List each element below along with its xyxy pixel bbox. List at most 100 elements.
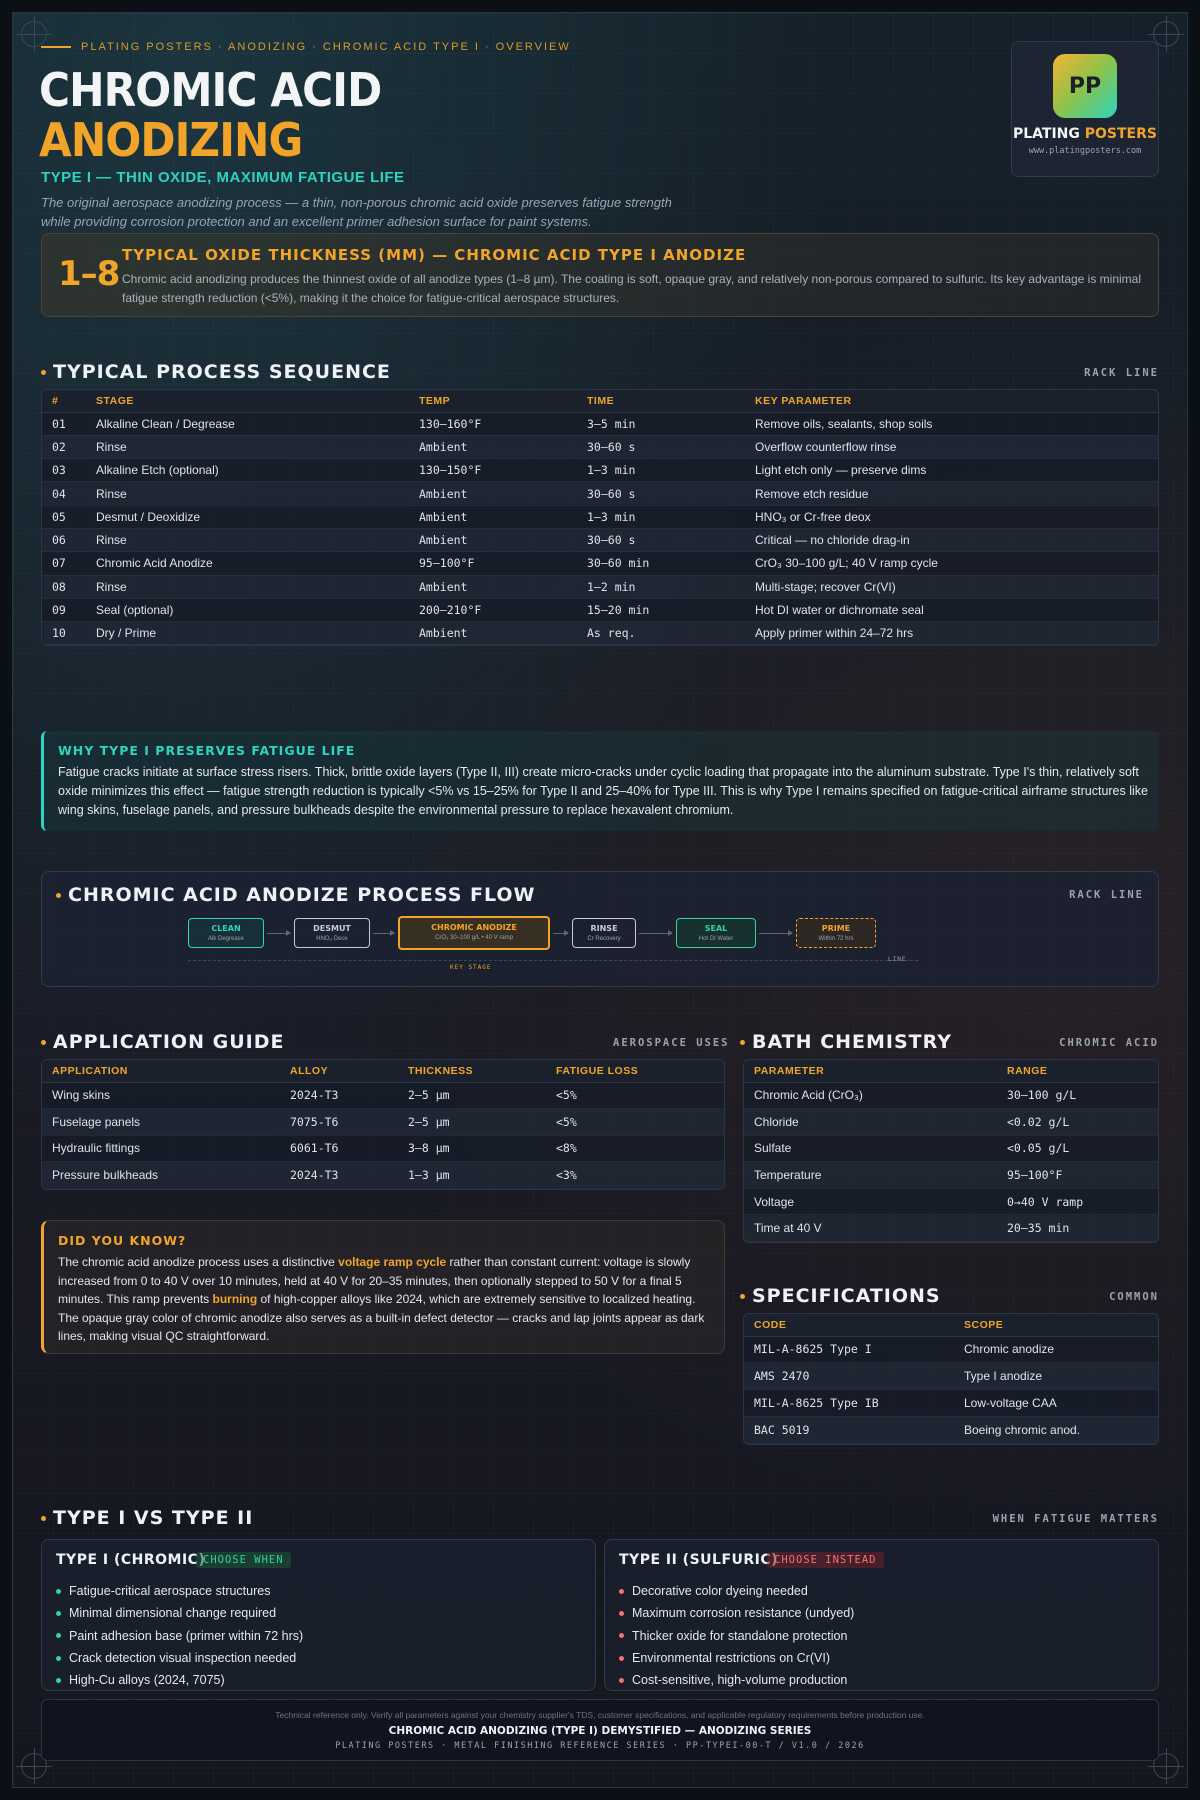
table-cell: 30–60 s [577,528,745,553]
footer-disclaimer: Technical reference only. Verify all par… [275,1710,925,1720]
table-cell: 95–100°F [997,1161,1158,1189]
table-cell: 05 [42,505,86,529]
flow-arrow-icon [553,930,569,936]
table-cell: Hydraulic fittings [42,1135,280,1162]
table-cell: <3% [546,1161,724,1189]
table-cell: CrO₃ 30–100 g/L; 40 V ramp cycle [745,551,1158,576]
why-heading: WHY TYPE I PRESERVES FATIGUE LIFE [58,743,356,758]
table-cell: 06 [42,528,86,553]
column-header: APPLICATION [42,1060,280,1083]
bullet-icon [41,369,46,375]
flow-step-chromic-anodize: CHROMIC ANODIZE CrO₃ 30–100 g/L • 40 V ra… [398,916,550,950]
flow-step-label: RINSE [590,924,618,933]
section-title-text: BATH CHEMISTRY [752,1031,952,1053]
table-cell: 08 [42,575,86,599]
page-lede: The original aerospace anodizing process… [41,193,741,231]
table-row: Pressure bulkheads 2024-T3 1–3 µm <3% [42,1161,724,1189]
thickness-description: Chromic acid anodizing produces the thin… [122,272,1142,305]
table-row: 10 Dry / Prime Ambient As req. Apply primer … [42,621,1158,646]
flow-step-label: SEAL [704,924,728,933]
list-item: Thicker oxide for standalone protection [619,1625,854,1647]
breadcrumb-dash [41,46,71,48]
table-cell: Seal (optional) [86,598,409,623]
flow-step-sub: Alk Degrease [207,936,245,942]
process-flow-card: CHROMIC ACID ANODIZE PROCESS FLOW RACK L… [41,871,1159,987]
type2-list: Decorative color dyeing needed Maximum co… [619,1580,854,1691]
bullet-icon [56,1633,61,1639]
table-cell: <0.02 g/L [997,1108,1158,1136]
list-item-text: Fatigue-critical aerospace structures [69,1584,271,1599]
bullet-icon [740,1039,745,1045]
list-item-text: High-Cu alloys (2024, 7075) [69,1673,225,1688]
list-item: Maximum corrosion resistance (undyed) [619,1602,854,1624]
logo-name-a: PLATING [1012,126,1080,142]
table-cell: MIL-A-8625 Type I [744,1336,954,1364]
table-cell: 09 [42,598,86,623]
table-cell: Light etch only — preserve dims [745,458,1158,483]
table-cell: Low-voltage CAA [954,1389,1158,1417]
table-cell: 6061-T6 [280,1135,398,1162]
breadcrumb-text: PLATING POSTERS · ANODIZING · CHROMIC AC… [81,41,571,53]
table-cell: 2–5 µm [398,1108,546,1136]
section-tag-flow: RACK LINE [1069,889,1144,901]
bullet-icon [619,1633,624,1639]
section-title-text: CHROMIC ACID ANODIZE PROCESS FLOW [68,884,536,906]
footer-series: CHROMIC ACID ANODIZING (TYPE I) DEMYSTIF… [388,1725,812,1737]
bullet-icon [619,1588,624,1594]
table-cell: 3–5 min [577,412,745,436]
table-cell: Pressure bulkheads [42,1161,280,1189]
table-cell: 01 [42,412,86,436]
section-title-applications: APPLICATION GUIDE [41,1031,284,1053]
flow-arrow-icon [267,930,291,936]
flow-step-label: CLEAN [211,924,241,933]
flow-step-desmut: DESMUT HNO₃ Deox [294,918,370,948]
logo-name-b: POSTERS [1084,126,1157,142]
table-cell: Overflow counterflow rinse [745,435,1158,460]
thickness-value: 1–8 [58,254,120,294]
table-cell: Type I anodize [954,1362,1158,1391]
footer-meta: PLATING POSTERS · METAL FINISHING REFERE… [335,1741,865,1751]
flow-step-seal: SEAL Hot DI Water [676,918,756,948]
section-tag-compare: WHEN FATIGUE MATTERS [992,1513,1159,1525]
list-item-text: Decorative color dyeing needed [632,1584,808,1599]
table-row: 09 Seal (optional) 200–210°F 15–20 min Hot D… [42,598,1158,623]
table-cell: Chromic anodize [954,1336,1158,1364]
type1-heading: TYPE I (CHROMIC) [56,1552,206,1568]
table-cell: <5% [546,1108,724,1136]
choose-when-badge: CHOOSE WHEN [196,1552,291,1568]
table-cell: As req. [577,621,745,646]
section-title-text: SPECIFICATIONS [752,1285,941,1307]
table-row: 05 Desmut / Deoxidize Ambient 1–3 min HNO₃ o… [42,505,1158,529]
flow-step-sub: Within 72 hrs [818,936,854,942]
table-cell: Ambient [409,505,577,529]
table-row: Fuselage panels 7075-T6 2–5 µm <5% [42,1108,724,1136]
table-cell: Alkaline Clean / Degrease [86,412,409,436]
section-title-compare: TYPE I VS TYPE II [41,1507,253,1529]
table-row: Time at 40 V 20–35 min [744,1214,1158,1243]
table-cell: 130–160°F [409,412,577,436]
bullet-icon [56,892,61,898]
table-cell: 7075-T6 [280,1108,398,1136]
bullet-icon [41,1039,46,1045]
table-row: Voltage 0→40 V ramp [744,1188,1158,1216]
table-row: MIL-A-8625 Type I Chromic anodize [744,1336,1158,1364]
table-cell: Rinse [86,435,409,460]
table-cell: 95–100°F [409,551,577,576]
why-body: Fatigue cracks initiate at surface stres… [58,765,1148,817]
flow-step-prime: PRIME Within 72 hrs [796,918,876,948]
list-item-text: Crack detection visual inspection needed [69,1651,297,1666]
bullet-icon [740,1293,745,1299]
column-header: PARAMETER [744,1060,997,1083]
table-cell: 1–3 min [577,458,745,483]
table-cell: Chromic Acid (CrO₃) [744,1082,997,1110]
table-row: Chromic Acid (CrO₃) 30–100 g/L [744,1082,1158,1110]
footer: Technical reference only. Verify all par… [41,1699,1159,1761]
table-cell: Desmut / Deoxidize [86,505,409,529]
table-cell: Time at 40 V [744,1214,997,1243]
list-item: Minimal dimensional change required [56,1602,303,1624]
column-header: TEMP [409,390,577,413]
flow-step-label: CHROMIC ANODIZE [431,923,517,932]
section-title-text: APPLICATION GUIDE [53,1031,285,1053]
table-row: 01 Alkaline Clean / Degrease 130–160°F 3–5 … [42,412,1158,436]
list-item: Paint adhesion base (primer within 72 hr… [56,1625,303,1647]
